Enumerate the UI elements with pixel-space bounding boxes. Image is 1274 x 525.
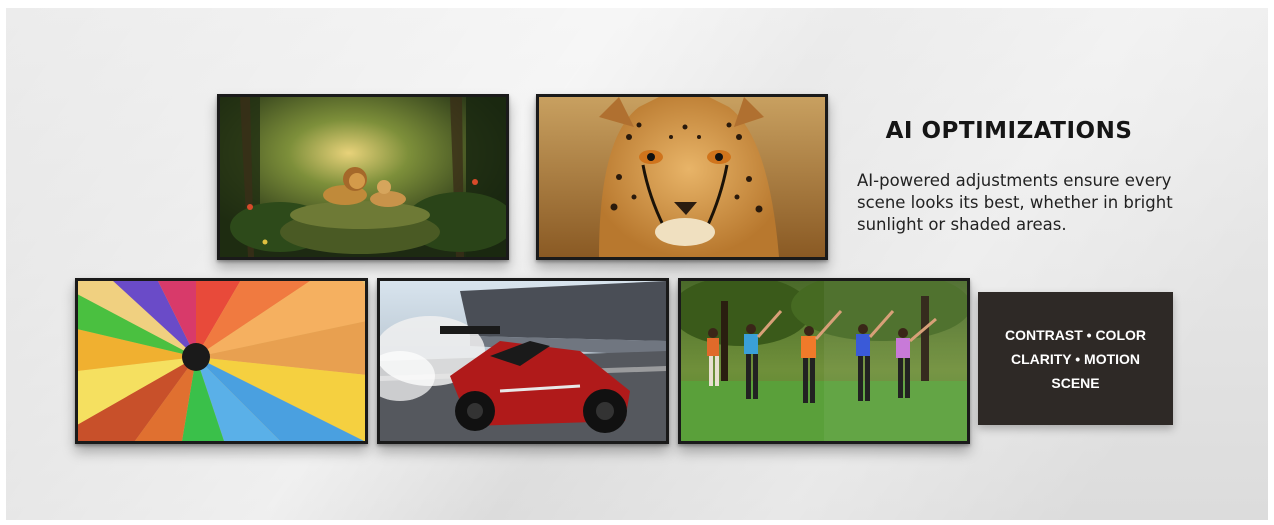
tv-screen bbox=[681, 281, 967, 441]
feature-line-scene: SCENE bbox=[1051, 374, 1100, 391]
feature-list-box: CONTRAST • COLOR CLARITY • MOTION SCENE bbox=[978, 292, 1173, 425]
tv-colored-pencils-image bbox=[75, 278, 368, 444]
tv-screen bbox=[220, 97, 506, 257]
tv-race-car-image bbox=[377, 278, 669, 444]
feature-line-contrast-color: CONTRAST • COLOR bbox=[1004, 326, 1146, 343]
tv-dancers-park-image bbox=[678, 278, 970, 444]
ai-optimizations-banner: AI OPTIMIZATIONS AI-powered adjustments … bbox=[6, 8, 1268, 520]
tv-screen bbox=[539, 97, 825, 257]
feature-line-clarity-motion: CLARITY • MOTION bbox=[1010, 350, 1141, 367]
tv-lions-jungle-image bbox=[217, 94, 509, 260]
tv-cheetah-image bbox=[536, 94, 828, 260]
section-description: AI-powered adjustments ensure every scen… bbox=[857, 171, 1173, 234]
tv-screen bbox=[78, 281, 365, 441]
tv-screen bbox=[380, 281, 666, 441]
section-heading: AI OPTIMIZATIONS bbox=[885, 118, 1133, 144]
